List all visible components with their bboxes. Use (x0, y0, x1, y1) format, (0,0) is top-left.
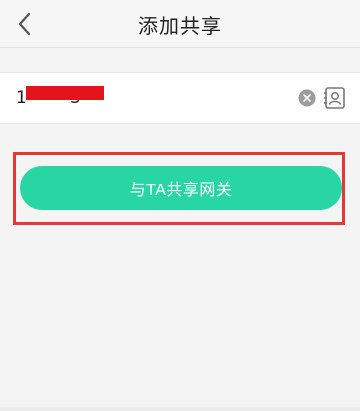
add-share-screen: 添加共享 与TA共享网关 (0, 0, 360, 411)
contacts-book-icon (324, 87, 345, 109)
contacts-button[interactable] (322, 85, 348, 111)
navigation-bar: 添加共享 (0, 0, 360, 48)
clear-circle-icon (298, 89, 316, 107)
clear-input-button[interactable] (298, 89, 316, 107)
redaction-mark (26, 86, 104, 100)
header-divider (0, 47, 360, 48)
share-gateway-button[interactable]: 与TA共享网关 (20, 166, 342, 210)
bottom-edge (0, 407, 360, 411)
page-title: 添加共享 (138, 14, 222, 38)
